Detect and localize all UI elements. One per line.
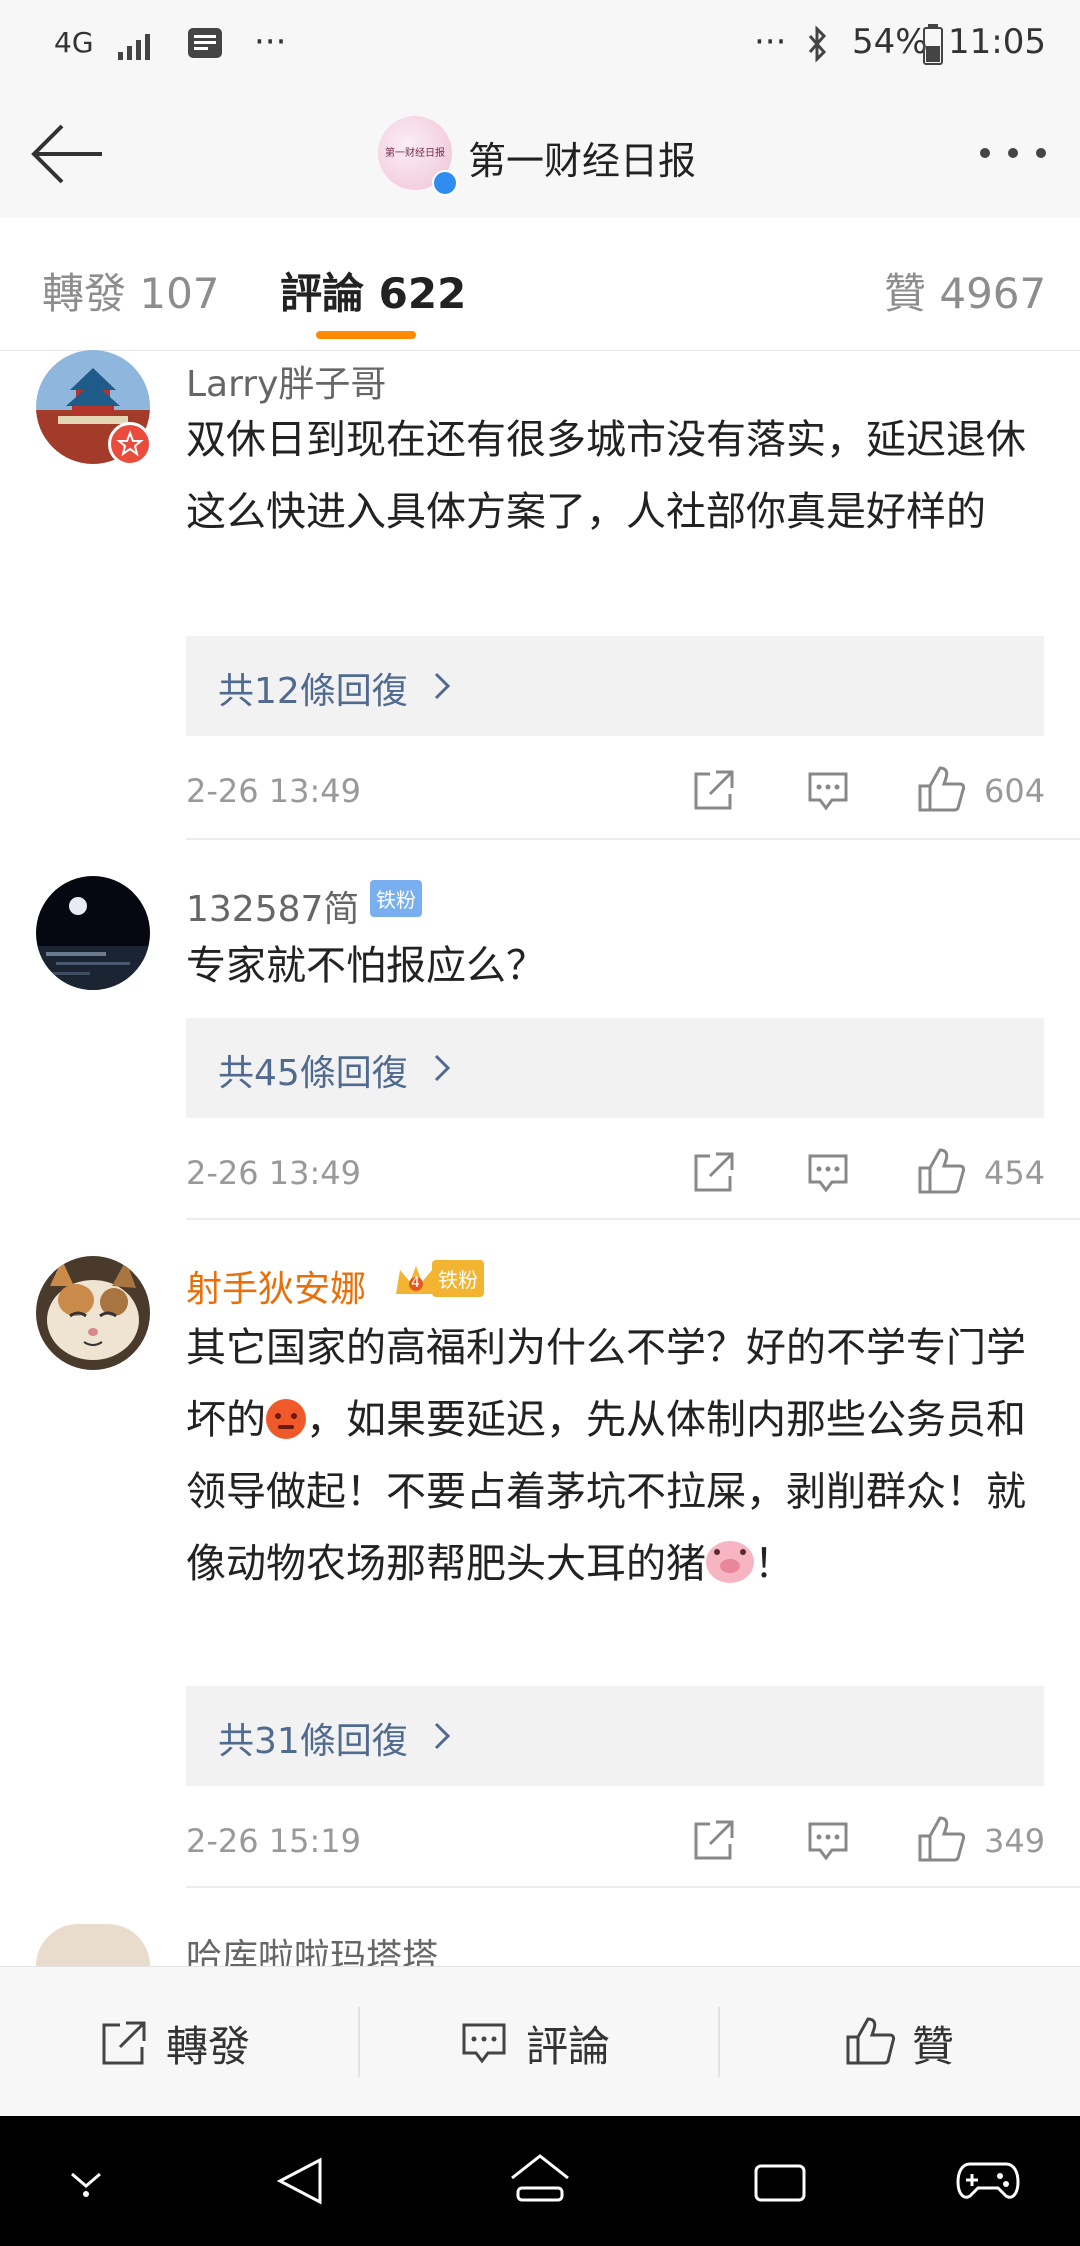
game-controller-icon[interactable] xyxy=(956,2156,1020,2204)
fan-badge: 铁粉 xyxy=(432,1260,484,1297)
comment-icon[interactable] xyxy=(806,1150,850,1194)
like-icon[interactable] xyxy=(916,1146,966,1196)
comment-time: 2-26 13:49 xyxy=(186,1154,362,1192)
fan-badge: 铁粉 xyxy=(370,880,422,917)
replies-count: 共45條回復 xyxy=(218,1053,408,1094)
avatar[interactable] xyxy=(36,1924,150,1966)
like-icon[interactable] xyxy=(916,1814,966,1864)
vip-level: 4 xyxy=(411,1275,420,1291)
view-replies-button[interactable]: 共12條回復 xyxy=(186,636,1044,736)
share-icon[interactable] xyxy=(692,1818,736,1862)
comment-time: 2-26 15:19 xyxy=(186,1822,362,1860)
share-icon[interactable] xyxy=(692,768,736,812)
avatar[interactable] xyxy=(36,876,150,990)
like-icon xyxy=(846,2017,896,2065)
nav-bar: 第一财经日报 第一财经日报 xyxy=(0,90,1080,219)
tab-comments[interactable]: 評論 622 xyxy=(280,260,466,321)
like-icon[interactable] xyxy=(916,764,966,814)
repost-button[interactable]: 轉發 xyxy=(0,1967,358,2117)
status-bar: 4G ··· ··· 54% 11:05 xyxy=(0,0,1080,90)
comment-label: 評論 xyxy=(526,2022,611,2071)
bluetooth-icon xyxy=(808,25,827,63)
battery-icon xyxy=(923,24,943,65)
chevron-right-icon xyxy=(434,672,451,700)
repost-icon xyxy=(102,2021,146,2065)
pig-emoji-icon xyxy=(706,1541,754,1583)
comment-username[interactable]: Larry胖子哥 xyxy=(186,355,386,407)
comment-divider xyxy=(186,1218,1080,1220)
chevron-right-icon xyxy=(434,1722,451,1750)
avatar[interactable] xyxy=(36,1256,150,1370)
comment-divider xyxy=(186,1886,1080,1888)
battery-percent: 54% xyxy=(852,22,928,62)
chevron-right-icon xyxy=(434,1054,451,1082)
repost-label: 轉發 xyxy=(166,2022,251,2071)
system-nav-bar xyxy=(0,2116,1080,2246)
comment-icon[interactable] xyxy=(806,1818,850,1862)
like-button[interactable]: 贊 xyxy=(720,1967,1080,2117)
status-more-left: ··· xyxy=(254,22,287,62)
tab-repost[interactable]: 轉發 107 xyxy=(42,260,220,321)
bottom-action-bar: 轉發 評論 贊 xyxy=(0,1966,1080,2117)
active-tab-indicator xyxy=(316,331,416,339)
comment-divider xyxy=(186,838,1080,840)
more-options-icon[interactable] xyxy=(978,146,1048,160)
comment-icon xyxy=(462,2023,506,2064)
replies-count: 共31條回復 xyxy=(218,1721,408,1762)
comment-time: 2-26 13:49 xyxy=(186,772,362,810)
recents-icon[interactable] xyxy=(752,2158,808,2204)
status-time: 11:05 xyxy=(948,22,1046,62)
comment-username[interactable]: 哈库啦啦玛塔塔 xyxy=(186,1928,438,1966)
like-count: 454 xyxy=(984,1154,1046,1192)
vip-badge-icon xyxy=(108,422,152,466)
comment-text: 专家就不怕报应么？ xyxy=(186,943,546,989)
tab-bar: 轉發 107 評論 622 贊 4967 xyxy=(0,218,1080,351)
view-replies-button[interactable]: 共45條回復 xyxy=(186,1018,1044,1118)
back-arrow-icon[interactable] xyxy=(28,122,104,186)
message-icon xyxy=(188,28,222,58)
replies-count: 共12條回復 xyxy=(218,671,408,712)
comment-username[interactable]: 射手狄安娜 xyxy=(186,1260,366,1312)
page-title[interactable]: 第一财经日报 xyxy=(468,130,696,185)
avatar-logo-text: 第一财经日报 xyxy=(385,148,445,159)
status-more-right: ··· xyxy=(754,22,787,62)
view-replies-button[interactable]: 共31條回復 xyxy=(186,1686,1044,1786)
hide-keyboard-icon[interactable] xyxy=(66,2164,106,2198)
like-count: 349 xyxy=(984,1822,1046,1860)
comment-icon[interactable] xyxy=(806,768,850,812)
verified-icon xyxy=(432,170,458,196)
tab-likes[interactable]: 贊 4967 xyxy=(884,260,1046,321)
like-count: 604 xyxy=(984,772,1046,810)
share-icon[interactable] xyxy=(692,1150,736,1194)
angry-emoji-icon xyxy=(266,1399,306,1439)
like-label: 贊 xyxy=(912,2022,955,2071)
comment-text: 双休日到现在还有很多城市没有落实，延迟退休这么快进入具体方案了，人社部你真是好样… xyxy=(186,417,1026,535)
comment-text: 其它国家的高福利为什么不学？好的不学专门学坏的 ，如果要延迟，先从体制内那些公务员… xyxy=(186,1325,1026,1587)
comment-username[interactable]: 132587简 xyxy=(186,880,359,932)
network-indicator: 4G xyxy=(54,26,94,59)
account-avatar[interactable]: 第一财经日报 xyxy=(378,116,458,196)
comment-button[interactable]: 評論 xyxy=(360,1967,718,2117)
signal-icon xyxy=(118,34,150,60)
back-icon[interactable] xyxy=(274,2154,326,2208)
home-icon[interactable] xyxy=(508,2152,572,2208)
